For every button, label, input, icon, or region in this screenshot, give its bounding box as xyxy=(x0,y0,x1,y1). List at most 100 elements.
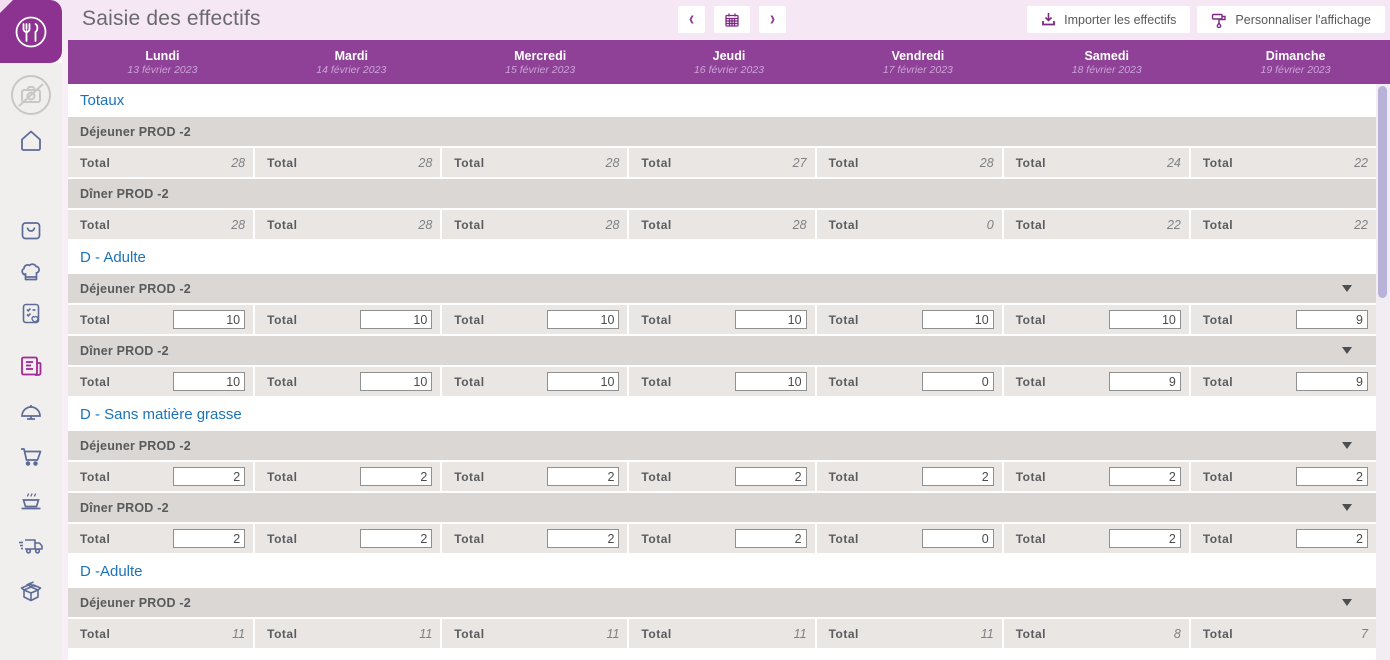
effectif-input[interactable] xyxy=(360,372,433,391)
sidebar-item-cart[interactable] xyxy=(17,442,45,470)
sidebar-item-package[interactable] xyxy=(17,577,45,605)
sidebar-item-orders-bag[interactable] xyxy=(18,217,44,243)
next-week-button[interactable]: › xyxy=(759,6,786,33)
section-title: D - Sans matière grasse xyxy=(68,398,1376,431)
previous-week-button[interactable]: ‹ xyxy=(678,6,705,33)
day-column-header-lundi: Lundi 13 février 2023 xyxy=(68,40,257,84)
total-label: Total xyxy=(454,312,485,327)
effectif-input[interactable] xyxy=(1295,372,1368,391)
effectif-input[interactable] xyxy=(360,529,433,548)
day-name: Jeudi xyxy=(712,48,746,63)
effectif-input[interactable] xyxy=(360,467,433,486)
effectif-input[interactable] xyxy=(1108,529,1181,548)
day-total-cell: Total 8 xyxy=(1003,619,1189,648)
total-value: 11 xyxy=(793,626,807,641)
meal-group-header[interactable]: Déjeuner PROD -2 xyxy=(68,588,1376,617)
total-label: Total xyxy=(1015,469,1046,484)
total-value: 28 xyxy=(979,155,994,170)
chevron-down-icon[interactable] xyxy=(1342,285,1352,292)
effectif-input[interactable] xyxy=(173,529,246,548)
sidebar-item-meal-bowl[interactable] xyxy=(17,487,45,515)
total-label: Total xyxy=(1015,626,1046,641)
total-label: Total xyxy=(80,469,111,484)
value-row: Total 11 Total 11 Total 11 Total 11 Total 11 Total… xyxy=(68,619,1376,648)
total-label: Total xyxy=(1015,312,1046,327)
day-total-cell: Total xyxy=(1190,367,1376,396)
total-label: Total xyxy=(828,626,859,641)
app-logo[interactable] xyxy=(0,0,62,63)
effectif-input[interactable] xyxy=(921,372,994,391)
import-effectifs-button[interactable]: Importer les effectifs xyxy=(1027,6,1191,33)
effectif-input[interactable] xyxy=(1295,310,1368,329)
top-bar: Saisie des effectifs ‹ › Importer les ef… xyxy=(0,0,1390,40)
chevron-down-icon[interactable] xyxy=(1342,599,1352,606)
avatar-placeholder-icon[interactable] xyxy=(9,73,53,117)
section-title: D - Adulte xyxy=(68,241,1376,274)
effectif-input[interactable] xyxy=(173,372,246,391)
sidebar-item-effectifs-active[interactable] xyxy=(17,352,45,380)
day-total-cell: Total xyxy=(1003,462,1189,491)
import-effectifs-label: Importer les effectifs xyxy=(1064,12,1177,27)
total-value: 27 xyxy=(792,155,807,170)
total-value: 11 xyxy=(232,626,246,641)
calendar-button[interactable] xyxy=(714,6,750,33)
day-date: 14 février 2023 xyxy=(316,63,387,76)
day-total-cell: Total xyxy=(442,305,628,334)
day-column-header-jeudi: Jeudi 16 février 2023 xyxy=(635,40,824,84)
day-total-cell: Total 28 xyxy=(629,210,815,239)
effectif-input[interactable] xyxy=(734,310,807,329)
effectif-input[interactable] xyxy=(547,529,620,548)
effectif-input[interactable] xyxy=(360,310,433,329)
day-total-cell: Total xyxy=(629,305,815,334)
meal-group-header[interactable]: Dîner PROD -2 xyxy=(68,336,1376,365)
effectif-input[interactable] xyxy=(547,310,620,329)
sidebar-item-home[interactable] xyxy=(18,127,45,154)
effectif-input[interactable] xyxy=(173,310,246,329)
sidebar-item-cloche[interactable] xyxy=(17,399,45,427)
total-value: 22 xyxy=(1354,217,1368,232)
effectif-input[interactable] xyxy=(734,467,807,486)
vertical-scrollbar[interactable] xyxy=(1376,84,1390,660)
total-label: Total xyxy=(1015,374,1046,389)
download-icon xyxy=(1041,12,1056,27)
chevron-down-icon[interactable] xyxy=(1342,442,1352,449)
value-row: Total Total Total Total Total Total Total xyxy=(68,462,1376,491)
day-name: Samedi xyxy=(1084,48,1129,63)
total-label: Total xyxy=(80,374,111,389)
effectif-input[interactable] xyxy=(921,310,994,329)
customize-display-button[interactable]: Personnaliser l'affichage xyxy=(1197,6,1385,33)
meal-group-header[interactable]: Déjeuner PROD -2 xyxy=(68,274,1376,303)
total-label: Total xyxy=(80,531,111,546)
chevron-down-icon[interactable] xyxy=(1342,347,1352,354)
meal-group-header[interactable]: Dîner PROD -2 xyxy=(68,493,1376,522)
effectif-input[interactable] xyxy=(1108,310,1181,329)
effectif-input[interactable] xyxy=(734,529,807,548)
day-total-cell: Total 11 xyxy=(68,619,254,648)
effectif-input[interactable] xyxy=(1295,529,1368,548)
effectif-input[interactable] xyxy=(1108,372,1181,391)
effectif-input[interactable] xyxy=(547,372,620,391)
chevron-down-icon[interactable] xyxy=(1342,504,1352,511)
total-label: Total xyxy=(1202,312,1234,327)
effectif-input[interactable] xyxy=(921,467,994,486)
effectif-input[interactable] xyxy=(921,529,994,548)
sidebar-item-delivery-truck[interactable] xyxy=(16,531,46,559)
day-total-cell: Total 22 xyxy=(1190,148,1376,177)
sidebar-item-chef-hat[interactable] xyxy=(18,259,45,286)
day-total-cell: Total xyxy=(629,524,815,553)
scrollbar-thumb[interactable] xyxy=(1378,86,1387,298)
effectif-input[interactable] xyxy=(734,372,807,391)
day-total-cell: Total 11 xyxy=(442,619,628,648)
day-name: Mardi xyxy=(334,48,368,63)
effectif-input[interactable] xyxy=(547,467,620,486)
sidebar-item-menu-checklist[interactable] xyxy=(18,300,45,327)
day-total-cell: Total xyxy=(442,462,628,491)
day-date: 18 février 2023 xyxy=(1071,63,1142,76)
effectif-input[interactable] xyxy=(1108,467,1181,486)
meal-group-header[interactable]: Déjeuner PROD -2 xyxy=(68,431,1376,460)
day-total-cell: Total xyxy=(68,524,254,553)
total-label: Total xyxy=(267,626,298,641)
effectif-input[interactable] xyxy=(1295,467,1368,486)
effectif-input[interactable] xyxy=(173,467,246,486)
day-total-cell: Total xyxy=(1003,305,1189,334)
